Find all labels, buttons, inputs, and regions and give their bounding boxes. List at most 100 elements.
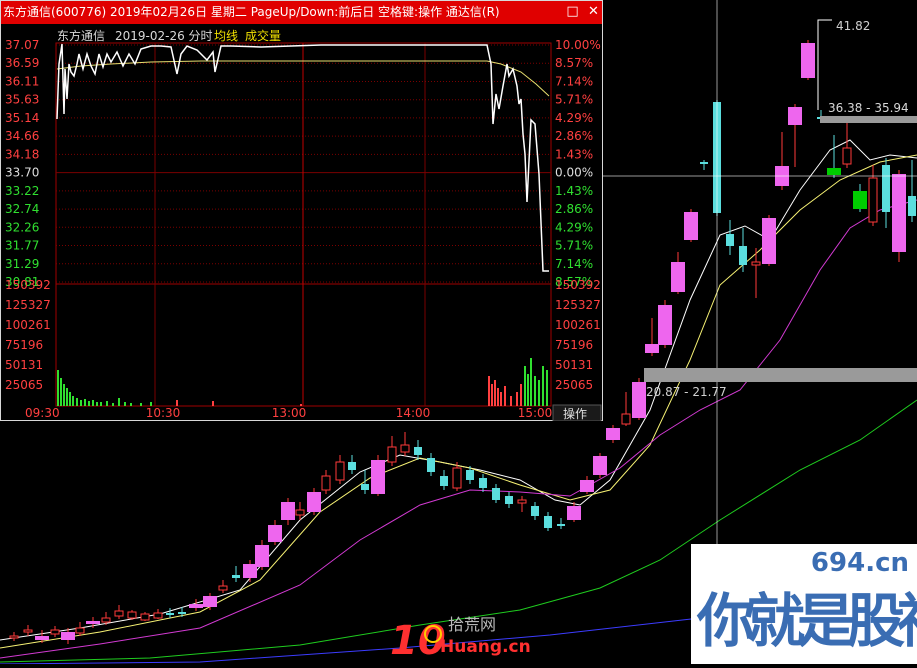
watermark-10huang-en: Huang.cn bbox=[440, 637, 530, 657]
candle bbox=[114, 605, 124, 619]
candle bbox=[268, 520, 282, 545]
time-tick-label: 13:00 bbox=[272, 406, 307, 420]
price-tick-label: 35.14 bbox=[5, 111, 39, 125]
price-tick-label: 31.77 bbox=[5, 239, 39, 253]
candle bbox=[307, 488, 321, 515]
watermark-10huang-cn: 拾荒网 bbox=[448, 615, 496, 634]
volume-tick-label-right: 50131 bbox=[555, 358, 593, 372]
candle bbox=[684, 209, 698, 242]
candle bbox=[621, 392, 631, 426]
price-tick-label: 32.74 bbox=[5, 202, 39, 216]
candle bbox=[232, 566, 240, 582]
minimize-icon[interactable]: □ bbox=[564, 4, 581, 21]
volume-tick-label-left: 125327 bbox=[5, 298, 51, 312]
price-tick-label: 34.66 bbox=[5, 129, 39, 143]
candle bbox=[700, 160, 708, 170]
candle bbox=[671, 252, 685, 294]
candle bbox=[23, 625, 33, 636]
candle bbox=[50, 626, 60, 637]
volume-tick-label-left: 150392 bbox=[5, 278, 51, 292]
price-tick-label: 31.29 bbox=[5, 257, 39, 271]
candle bbox=[505, 492, 513, 508]
price-tick-label: 36.59 bbox=[5, 56, 39, 70]
candle bbox=[726, 220, 734, 255]
candle bbox=[361, 470, 369, 494]
time-tick-label: 10:30 bbox=[146, 406, 181, 420]
candle bbox=[9, 632, 19, 641]
operate-button-label[interactable]: 操作 bbox=[563, 406, 587, 421]
candle bbox=[606, 425, 620, 443]
volume-tick-label-right: 75196 bbox=[555, 338, 593, 352]
candle bbox=[517, 496, 527, 512]
candle bbox=[440, 470, 448, 490]
candle bbox=[335, 455, 345, 484]
candle bbox=[892, 170, 906, 262]
candle bbox=[203, 593, 217, 610]
candle bbox=[255, 540, 269, 570]
candle bbox=[348, 455, 356, 474]
watermark-694-cn: 你就是股神 bbox=[697, 587, 917, 655]
candle bbox=[153, 609, 163, 619]
candle bbox=[189, 599, 203, 611]
candle bbox=[414, 440, 422, 460]
pct-tick-label: 5.71% bbox=[555, 93, 593, 107]
candle bbox=[593, 453, 607, 478]
time-tick-label: 14:00 bbox=[396, 406, 431, 420]
candle bbox=[882, 158, 890, 228]
candle bbox=[127, 610, 137, 620]
candle bbox=[842, 120, 852, 168]
candle bbox=[35, 630, 49, 643]
candle bbox=[371, 455, 385, 496]
pct-tick-label: 7.14% bbox=[555, 74, 593, 88]
price-tick-label: 34.18 bbox=[5, 147, 39, 161]
annotation-low: 20.87 - 21.77 bbox=[646, 385, 727, 399]
candle bbox=[632, 378, 646, 420]
price-tick-label: 33.22 bbox=[5, 184, 39, 198]
candle bbox=[387, 436, 397, 466]
pct-tick-label: 2.86% bbox=[555, 129, 593, 143]
candle bbox=[775, 132, 789, 190]
time-tick-label: 15:00 bbox=[518, 406, 553, 420]
candle bbox=[645, 318, 659, 356]
candle bbox=[544, 512, 552, 531]
range-band-36 bbox=[820, 116, 917, 123]
candle bbox=[243, 560, 257, 582]
watermark-10huang: 10 拾荒网 Huang.cn bbox=[390, 610, 531, 668]
intraday-window[interactable]: 东方通信(600776) 2019年02月26日 星期二 PageUp/Down… bbox=[0, 0, 603, 421]
pct-tick-label: 1.43% bbox=[555, 184, 593, 198]
candle bbox=[801, 40, 815, 80]
volume-tick-label-right: 100261 bbox=[555, 318, 601, 332]
close-icon[interactable]: ✕ bbox=[585, 4, 602, 21]
pct-tick-label: 1.43% bbox=[555, 147, 593, 161]
pct-tick-label: 2.86% bbox=[555, 202, 593, 216]
pct-tick-label: 10.00% bbox=[555, 38, 601, 52]
watermark-10huang-logo: 10 拾荒网 Huang.cn bbox=[390, 615, 531, 664]
intraday-grid bbox=[55, 42, 552, 407]
high-marker bbox=[817, 19, 832, 110]
window-titlebar[interactable]: 东方通信(600776) 2019年02月26日 星期二 PageUp/Down… bbox=[1, 1, 602, 24]
intraday-chart[interactable]: 37.07 36.59 36.11 35.63 35.14 34.66 34.18 33.70… bbox=[1, 24, 602, 421]
watermark-694-domain: 694.cn bbox=[810, 548, 909, 578]
volume-tick-label-left: 25065 bbox=[5, 378, 43, 392]
minimize-glyph: □ bbox=[566, 4, 579, 19]
watermark-694cn: 694.cn 你就是股神 bbox=[691, 544, 917, 664]
time-tick-label: 09:30 bbox=[25, 406, 60, 420]
annotation-mid: 36.38 - 35.94 bbox=[828, 101, 909, 115]
annotation-high: 41.82 bbox=[836, 19, 870, 33]
price-tick-label: 33.70 bbox=[5, 166, 39, 180]
candle bbox=[762, 215, 776, 266]
range-band-21 bbox=[644, 368, 917, 382]
volume-tick-label-left: 100261 bbox=[5, 318, 51, 332]
price-tick-label: 35.63 bbox=[5, 93, 39, 107]
candle bbox=[281, 498, 295, 525]
candle bbox=[788, 104, 802, 167]
volume-tick-label-right: 125327 bbox=[555, 298, 601, 312]
candle bbox=[427, 453, 435, 476]
pct-tick-label: 4.29% bbox=[555, 111, 593, 125]
candle bbox=[868, 165, 878, 226]
pct-tick-label: 5.71% bbox=[555, 239, 593, 253]
candle bbox=[400, 432, 410, 456]
price-tick-label: 37.07 bbox=[5, 38, 39, 52]
candle bbox=[827, 135, 841, 178]
candle bbox=[492, 484, 500, 503]
